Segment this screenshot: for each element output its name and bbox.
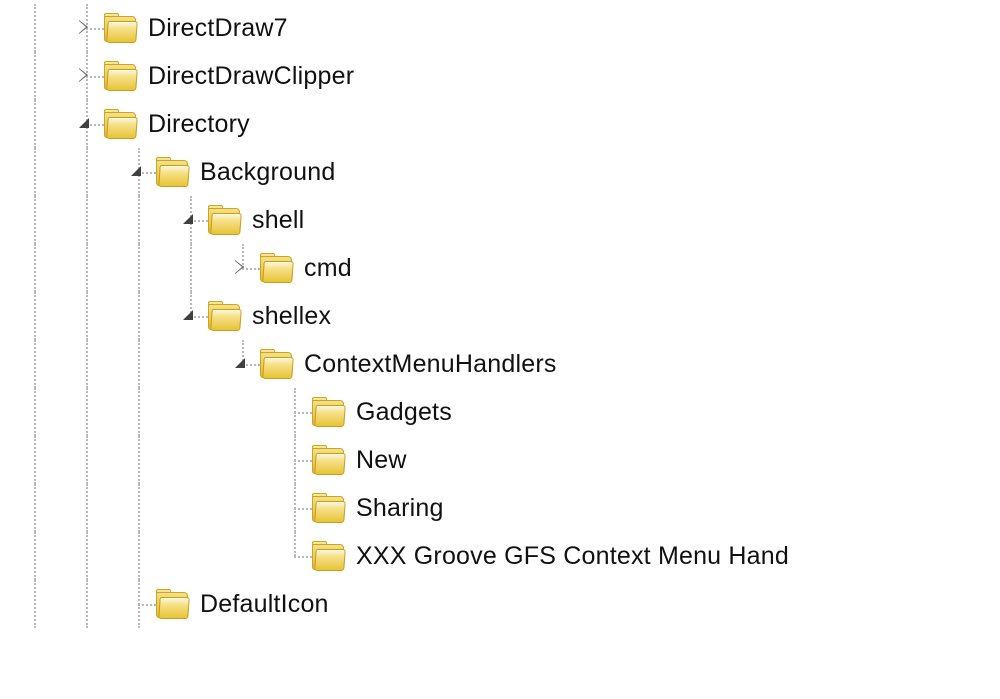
folder-icon (312, 493, 346, 523)
folder-icon (312, 445, 346, 475)
tree-item-label: shell (252, 206, 304, 235)
tree-item-label: DirectDrawClipper (148, 62, 354, 91)
tree-row[interactable]: Sharing (0, 484, 1000, 532)
tree-item-label: Background (200, 158, 335, 187)
tree-item-label: XXX Groove GFS Context Menu Hand (356, 542, 789, 571)
folder-icon (312, 541, 346, 571)
tree-row[interactable]: ContextMenuHandlers (0, 340, 1000, 388)
folder-icon (104, 13, 138, 43)
folder-icon (156, 157, 190, 187)
registry-tree: DirectDraw7 DirectDrawClipper Directory (0, 0, 1000, 628)
tree-item-label: Gadgets (356, 398, 452, 427)
tree-item-label: Sharing (356, 494, 444, 523)
tree-row[interactable]: XXX Groove GFS Context Menu Hand (0, 532, 1000, 580)
folder-icon (208, 301, 242, 331)
expand-icon[interactable] (79, 20, 93, 34)
tree-item-label: Directory (148, 110, 250, 139)
tree-row[interactable]: Gadgets (0, 388, 1000, 436)
folder-icon (104, 109, 138, 139)
expand-icon[interactable] (79, 68, 93, 82)
tree-row[interactable]: Directory (0, 100, 1000, 148)
tree-row[interactable]: DirectDraw7 (0, 4, 1000, 52)
tree-item-label: DirectDraw7 (148, 14, 288, 43)
collapse-icon[interactable] (183, 308, 197, 322)
tree-row[interactable]: shellex (0, 292, 1000, 340)
folder-icon (156, 589, 190, 619)
tree-row[interactable]: DirectDrawClipper (0, 52, 1000, 100)
collapse-icon[interactable] (131, 164, 145, 178)
tree-row[interactable]: shell (0, 196, 1000, 244)
folder-icon (260, 253, 294, 283)
tree-row[interactable]: New (0, 436, 1000, 484)
tree-item-label: ContextMenuHandlers (304, 350, 557, 379)
tree-item-label: cmd (304, 254, 352, 283)
collapse-icon[interactable] (235, 356, 249, 370)
expand-icon[interactable] (235, 260, 249, 274)
collapse-icon[interactable] (79, 116, 93, 130)
tree-row[interactable]: Background (0, 148, 1000, 196)
tree-row[interactable]: cmd (0, 244, 1000, 292)
tree-item-label: DefaultIcon (200, 590, 329, 619)
folder-icon (260, 349, 294, 379)
collapse-icon[interactable] (183, 212, 197, 226)
folder-icon (208, 205, 242, 235)
tree-item-label: New (356, 446, 407, 475)
tree-row[interactable]: DefaultIcon (0, 580, 1000, 628)
folder-icon (312, 397, 346, 427)
folder-icon (104, 61, 138, 91)
tree-item-label: shellex (252, 302, 331, 331)
